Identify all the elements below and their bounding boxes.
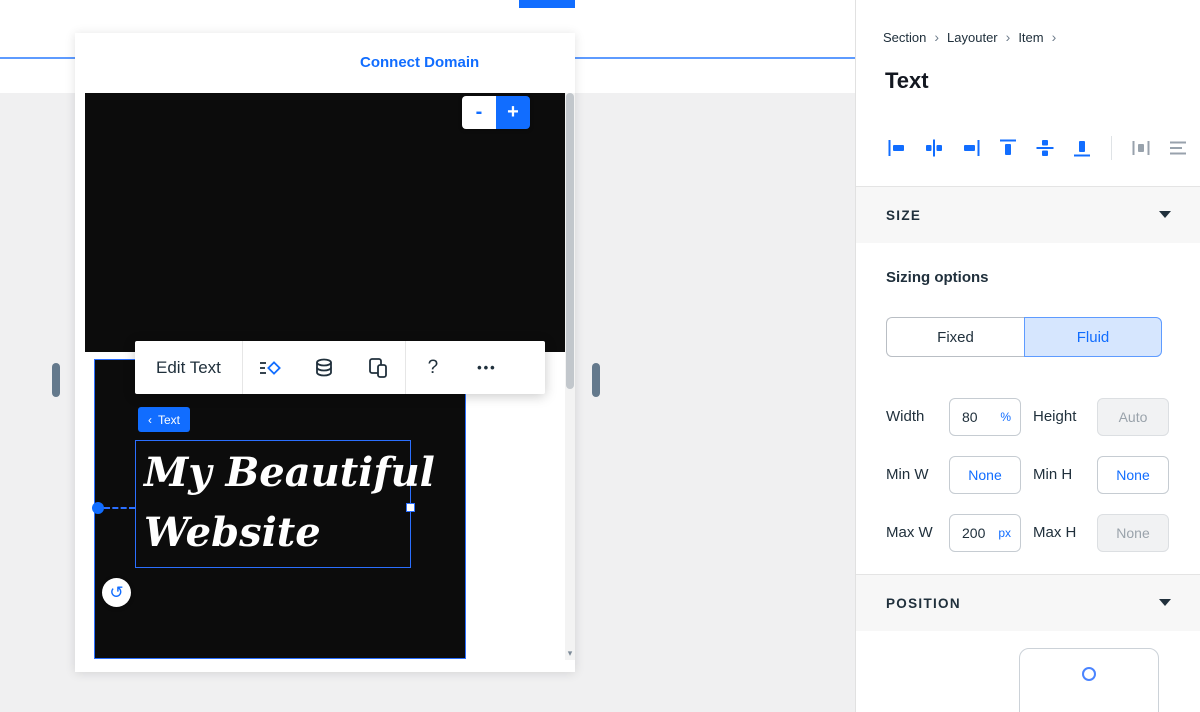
zoom-in-button[interactable]: + bbox=[496, 96, 530, 129]
zoom-control: - + bbox=[462, 96, 530, 129]
stretch-handle-left[interactable] bbox=[92, 502, 104, 514]
min-height-input[interactable]: None bbox=[1097, 456, 1169, 494]
chevron-right-icon: › bbox=[1006, 29, 1011, 45]
width-input[interactable]: 80 % bbox=[949, 398, 1021, 436]
site-heading-line1: My Beautiful bbox=[144, 443, 435, 503]
position-section-label: POSITION bbox=[886, 596, 961, 611]
selected-section-edge-indicator bbox=[519, 0, 575, 8]
sizing-mode-toggle: Fixed Fluid bbox=[886, 317, 1162, 357]
min-width-input[interactable]: None bbox=[949, 456, 1021, 494]
selected-text-element[interactable]: My Beautiful Website bbox=[135, 440, 411, 568]
width-unit-selector[interactable]: % bbox=[1000, 399, 1011, 435]
position-anchor-widget bbox=[1019, 648, 1159, 712]
anchor-top-center-radio[interactable] bbox=[1082, 667, 1096, 681]
breadcrumb-item-layouter[interactable]: Layouter bbox=[947, 30, 998, 45]
max-width-unit-selector[interactable]: px bbox=[998, 515, 1011, 551]
site-heading-line2: Website bbox=[144, 503, 435, 563]
position-section-header[interactable]: POSITION bbox=[856, 574, 1200, 631]
sizing-mode-fluid-button[interactable]: Fluid bbox=[1024, 317, 1162, 357]
distribute-horizontal-icon[interactable] bbox=[1130, 137, 1152, 159]
stretch-guide-dashed-line bbox=[104, 507, 135, 509]
duplicate-icon bbox=[366, 356, 390, 380]
chevron-right-icon: › bbox=[934, 29, 939, 45]
badge-back-chevron-icon: ‹ bbox=[148, 413, 152, 427]
chevron-down-icon bbox=[1159, 599, 1171, 607]
breadcrumb: Section › Layouter › Item › bbox=[883, 29, 1056, 45]
frame-resize-handle-right[interactable] bbox=[592, 363, 600, 397]
animation-button[interactable] bbox=[243, 341, 297, 394]
sizing-mode-fixed-button[interactable]: Fixed bbox=[886, 317, 1024, 357]
height-label: Height bbox=[1033, 398, 1076, 436]
toolbar-divider bbox=[1111, 136, 1112, 160]
breadcrumb-item-section[interactable]: Section bbox=[883, 30, 926, 45]
connect-data-button[interactable] bbox=[297, 341, 351, 394]
max-width-label: Max W bbox=[886, 514, 933, 552]
editor-root: Connect Domain ▾ - + Edit Text bbox=[0, 0, 1200, 712]
editor-canvas: Connect Domain ▾ - + Edit Text bbox=[0, 0, 855, 712]
height-input-disabled: Auto bbox=[1097, 398, 1169, 436]
max-height-label: Max H bbox=[1033, 514, 1076, 552]
connect-domain-link[interactable]: Connect Domain bbox=[360, 33, 479, 93]
alignment-toolbar bbox=[886, 136, 1189, 160]
min-width-label: Min W bbox=[886, 456, 929, 494]
align-middle-vertical-icon[interactable] bbox=[1034, 137, 1056, 159]
animation-icon bbox=[258, 356, 282, 380]
breadcrumb-item-item[interactable]: Item bbox=[1018, 30, 1043, 45]
panel-title: Text bbox=[885, 68, 929, 94]
max-width-input[interactable]: 200 px bbox=[949, 514, 1021, 552]
zoom-out-button[interactable]: - bbox=[462, 96, 496, 129]
size-section-header[interactable]: SIZE bbox=[856, 186, 1200, 243]
frame-resize-handle-left[interactable] bbox=[52, 363, 60, 397]
resize-handle-right[interactable] bbox=[406, 503, 415, 512]
align-bottom-icon[interactable] bbox=[1071, 137, 1093, 159]
preview-scrollbar-thumb[interactable] bbox=[566, 93, 574, 389]
site-heading-text: My Beautiful Website bbox=[144, 443, 435, 563]
rotate-icon: ↺ bbox=[109, 583, 123, 603]
align-top-icon[interactable] bbox=[997, 137, 1019, 159]
more-actions-button[interactable]: ••• bbox=[460, 341, 514, 394]
scrollbar-down-arrow-icon[interactable]: ▾ bbox=[565, 646, 575, 660]
width-label: Width bbox=[886, 398, 924, 436]
max-height-input-disabled: None bbox=[1097, 514, 1169, 552]
chevron-down-icon bbox=[1159, 211, 1171, 219]
rotate-handle[interactable]: ↺ bbox=[102, 578, 131, 607]
site-section-top[interactable] bbox=[85, 93, 565, 352]
edit-text-button[interactable]: Edit Text bbox=[135, 358, 242, 378]
duplicate-button[interactable] bbox=[351, 341, 405, 394]
max-width-value: 200 bbox=[962, 515, 985, 551]
element-type-badge[interactable]: ‹ Text bbox=[138, 407, 190, 432]
align-right-icon[interactable] bbox=[960, 137, 982, 159]
element-edit-toolbar: Edit Text bbox=[135, 341, 545, 394]
chevron-right-icon: › bbox=[1052, 29, 1057, 45]
width-value: 80 bbox=[962, 399, 978, 435]
preview-scrollbar[interactable]: ▾ bbox=[565, 93, 575, 660]
sizing-options-label: Sizing options bbox=[886, 269, 989, 286]
inspector-panel: Section › Layouter › Item › Text bbox=[855, 0, 1200, 712]
align-left-icon[interactable] bbox=[886, 137, 908, 159]
align-center-horizontal-icon[interactable] bbox=[923, 137, 945, 159]
size-section-label: SIZE bbox=[886, 208, 921, 223]
spacing-lines-icon[interactable] bbox=[1167, 137, 1189, 159]
min-height-label: Min H bbox=[1033, 456, 1072, 494]
database-icon bbox=[312, 356, 336, 380]
help-button[interactable]: ? bbox=[406, 341, 460, 394]
mobile-frame-header: Connect Domain bbox=[75, 33, 575, 93]
badge-label: Text bbox=[158, 413, 180, 427]
